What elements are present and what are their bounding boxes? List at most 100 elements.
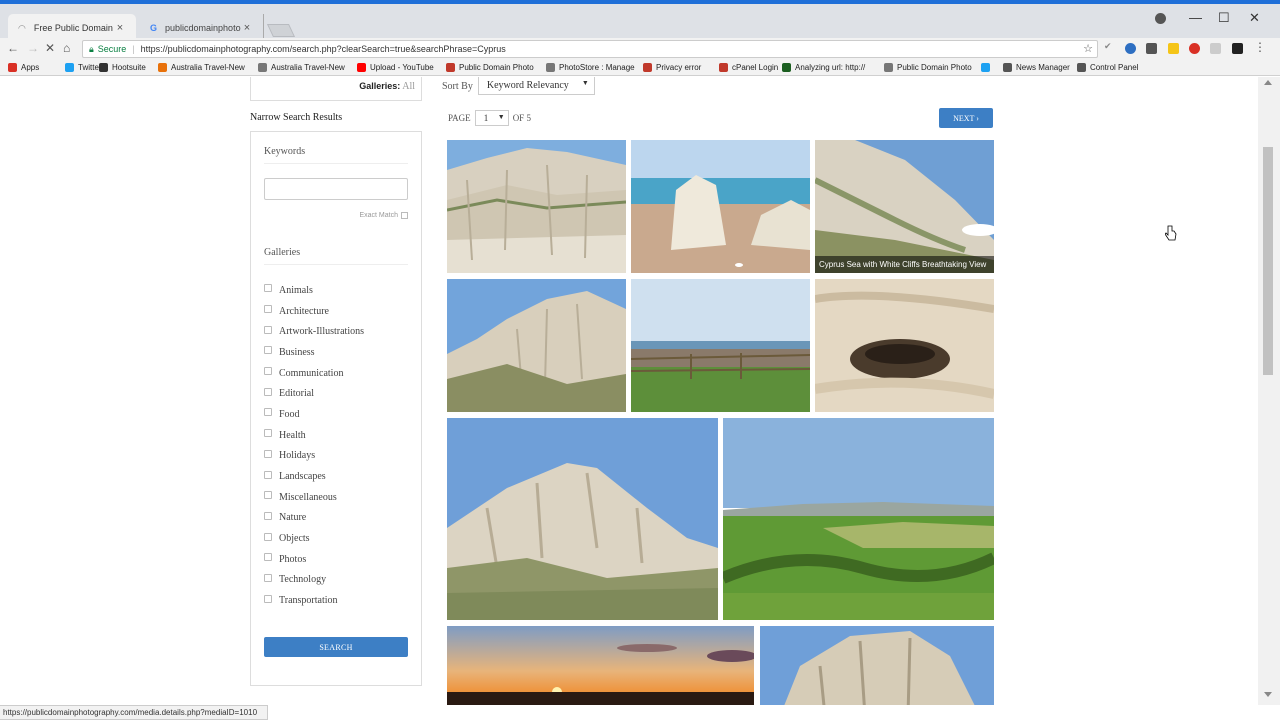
bookmark-item[interactable]	[981, 63, 994, 72]
exact-match-checkbox[interactable]	[401, 212, 408, 219]
gallery-option[interactable]: Transportation	[264, 590, 364, 611]
gallery-checkbox[interactable]	[264, 367, 272, 376]
photo-thumbnail[interactable]: Cyprus Sea with White Cliffs Breathtakin…	[815, 140, 994, 273]
bookmark-star-icon[interactable]: ☆	[1083, 42, 1093, 55]
gallery-option[interactable]: Holidays	[264, 446, 364, 467]
photo-thumbnail[interactable]	[447, 626, 754, 705]
close-window-button[interactable]: ✕	[1249, 10, 1260, 26]
sort-select[interactable]: Keyword Relevancy ▼	[477, 77, 595, 95]
tab-close-icon[interactable]: ×	[114, 22, 126, 34]
gallery-option[interactable]: Architecture	[264, 301, 364, 322]
bookmark-label: Public Domain Photo	[897, 63, 972, 72]
exact-match-label: Exact Match	[359, 212, 398, 219]
photo-thumbnail[interactable]	[723, 418, 994, 620]
photo-thumbnail[interactable]	[447, 418, 718, 620]
gallery-option[interactable]: Food	[264, 404, 364, 425]
scroll-down-icon[interactable]	[1264, 692, 1272, 697]
gallery-option[interactable]: Communication	[264, 363, 364, 384]
gallery-option[interactable]: Photos	[264, 549, 364, 570]
bookmark-item[interactable]: Upload - YouTube	[357, 63, 434, 72]
forward-arrow-icon[interactable]: →	[27, 41, 39, 55]
gallery-checkbox[interactable]	[264, 284, 272, 293]
gallery-checkbox[interactable]	[264, 429, 272, 438]
search-button[interactable]: SEARCH	[264, 637, 408, 657]
gallery-checkbox[interactable]	[264, 449, 272, 458]
maximize-button[interactable]: ☐	[1218, 10, 1230, 26]
photo-thumbnail[interactable]	[447, 279, 626, 412]
exact-match-option[interactable]: Exact Match	[359, 212, 408, 219]
photo-thumbnail[interactable]	[760, 626, 994, 705]
gallery-option[interactable]: Business	[264, 342, 364, 363]
gallery-checkbox[interactable]	[264, 553, 272, 562]
bookmark-item[interactable]: Privacy error	[643, 63, 701, 72]
checkmark-extension-icon[interactable]: ✔	[1104, 41, 1115, 52]
shield-extension-icon[interactable]	[1146, 43, 1157, 54]
scrollbar-thumb[interactable]	[1263, 147, 1273, 375]
photo-thumbnail[interactable]	[631, 140, 810, 273]
bookmark-item[interactable]: Hootsuite	[99, 63, 146, 72]
bookmark-item[interactable]: Control Panel	[1077, 63, 1138, 72]
gallery-checkbox[interactable]	[264, 346, 272, 355]
gallery-option[interactable]: Nature	[264, 508, 364, 529]
gallery-option[interactable]: Health	[264, 425, 364, 446]
extension-red-icon[interactable]	[1189, 43, 1200, 54]
bookmark-item[interactable]: Australia Travel-New	[158, 63, 245, 72]
gallery-checkbox[interactable]	[264, 325, 272, 334]
bookmark-item[interactable]: cPanel Login	[719, 63, 778, 72]
bookmark-label: Upload - YouTube	[370, 63, 434, 72]
bookmark-item[interactable]: PhotoStore : Manage	[546, 63, 635, 72]
bookmark-label: Control Panel	[1090, 63, 1139, 72]
new-tab-button[interactable]	[266, 24, 296, 37]
menu-kebab-icon[interactable]: ⋮	[1254, 40, 1266, 54]
tab-close-icon[interactable]: ×	[241, 22, 253, 34]
gallery-label: Miscellaneous	[279, 491, 337, 503]
gallery-checkbox[interactable]	[264, 408, 272, 417]
page-select[interactable]: 1 ▼	[474, 110, 509, 126]
back-arrow-icon[interactable]: ←	[7, 41, 19, 55]
bookmark-label: Privacy error	[656, 63, 702, 72]
photo-thumbnail[interactable]	[447, 140, 626, 273]
bookmark-item[interactable]: News Manager	[1003, 63, 1070, 72]
gallery-option[interactable]: Editorial	[264, 383, 364, 404]
bookmark-item[interactable]: Public Domain Photo	[884, 63, 972, 72]
page-icon	[546, 63, 555, 72]
bookmark-item[interactable]: Australia Travel-New	[258, 63, 345, 72]
gallery-checkbox[interactable]	[264, 594, 272, 603]
photo-thumbnail[interactable]	[815, 279, 994, 412]
gallery-option[interactable]: Miscellaneous	[264, 487, 364, 508]
google-icon: G	[150, 23, 158, 33]
gallery-checkbox[interactable]	[264, 470, 272, 479]
page-scrollbar[interactable]	[1258, 77, 1280, 705]
photo-thumbnail[interactable]	[631, 279, 810, 412]
gallery-option[interactable]: Objects	[264, 528, 364, 549]
keywords-input[interactable]	[264, 178, 408, 200]
address-bar[interactable]: 🔒︎ Secure | https://publicdomainphotogra…	[82, 40, 1098, 58]
extension-blue-icon[interactable]	[1125, 43, 1136, 54]
minimize-button[interactable]: —	[1189, 10, 1202, 25]
bookmark-item[interactable]: Analyzing url: http://	[782, 63, 865, 72]
galleries-value[interactable]: All	[402, 81, 415, 92]
gallery-checkbox[interactable]	[264, 387, 272, 396]
profile-icon[interactable]	[1155, 13, 1166, 24]
bookmark-item[interactable]: Public Domain Photo	[446, 63, 534, 72]
gallery-checkbox[interactable]	[264, 532, 272, 541]
gallery-option[interactable]: Animals	[264, 280, 364, 301]
extension-dark-icon[interactable]	[1232, 43, 1243, 54]
extension-grey-icon[interactable]	[1210, 43, 1221, 54]
gallery-option[interactable]: Landscapes	[264, 466, 364, 487]
bookmark-item[interactable]: Apps	[8, 63, 39, 72]
scroll-up-icon[interactable]	[1264, 80, 1272, 85]
bookmark-item[interactable]: Twitter	[65, 63, 102, 72]
next-page-button[interactable]: NEXT ›	[939, 108, 993, 128]
gallery-option[interactable]: Artwork-Illustrations	[264, 321, 364, 342]
gallery-label: Architecture	[279, 305, 329, 317]
gallery-checkbox[interactable]	[264, 305, 272, 314]
extension-yellow-icon[interactable]	[1168, 43, 1179, 54]
gallery-checkbox[interactable]	[264, 511, 272, 520]
gallery-checkbox[interactable]	[264, 491, 272, 500]
stop-loading-icon[interactable]: ✕	[45, 41, 55, 55]
home-icon[interactable]: ⌂	[63, 41, 70, 55]
status-bar: https://publicdomainphotography.com/medi…	[0, 705, 268, 720]
gallery-option[interactable]: Technology	[264, 570, 364, 591]
gallery-checkbox[interactable]	[264, 573, 272, 582]
